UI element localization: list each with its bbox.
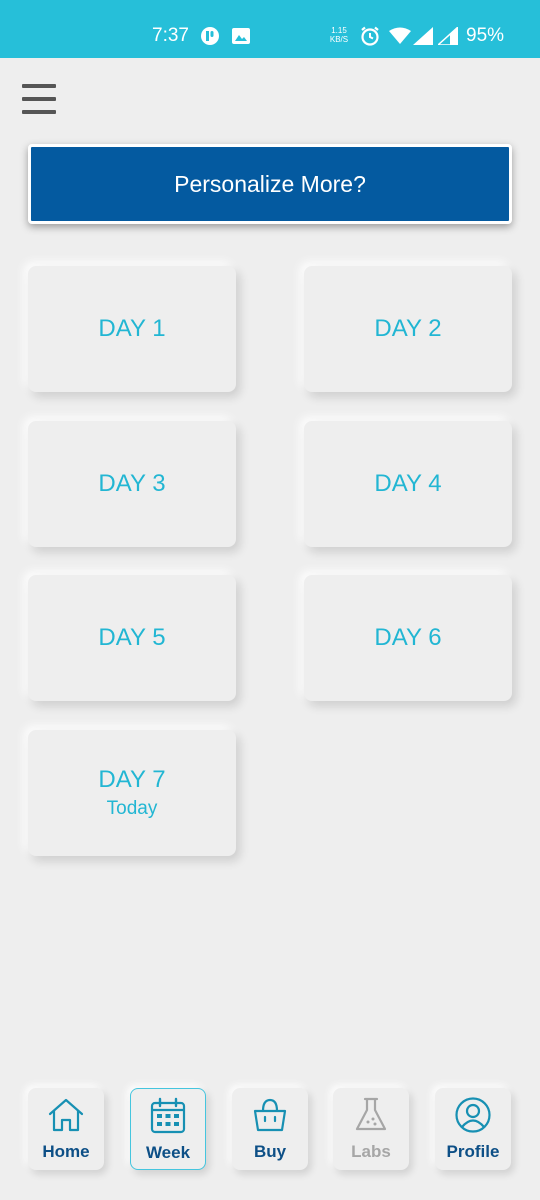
network-speed-value: 1.15 bbox=[331, 26, 347, 35]
shopping-basket-icon bbox=[251, 1096, 289, 1134]
status-bar: 7:37 1.15 KB/S 95% bbox=[0, 0, 540, 58]
signal-icon bbox=[413, 25, 433, 47]
home-icon bbox=[47, 1096, 85, 1134]
alarm-icon bbox=[360, 25, 380, 47]
personalize-more-button[interactable]: Personalize More? bbox=[28, 144, 512, 224]
nav-label: Week bbox=[145, 1143, 191, 1162]
network-speed: 1.15 KB/S bbox=[328, 26, 350, 44]
day-label: DAY 3 bbox=[98, 470, 166, 497]
today-label: Today bbox=[106, 798, 158, 819]
day-card-1[interactable]: DAY 1 bbox=[28, 266, 236, 392]
nav-label: Labs bbox=[351, 1142, 391, 1161]
profile-icon bbox=[454, 1096, 492, 1134]
day-card-6[interactable]: DAY 6 bbox=[304, 575, 512, 701]
wifi-icon bbox=[389, 25, 411, 47]
day-label: DAY 7 bbox=[98, 766, 166, 793]
nav-label: Profile bbox=[446, 1142, 500, 1161]
day-card-7[interactable]: DAY 7 Today bbox=[28, 730, 236, 856]
bottom-navigation: Home Week Buy Labs Profile bbox=[0, 1080, 540, 1180]
day-card-3[interactable]: DAY 3 bbox=[28, 421, 236, 547]
flask-icon bbox=[352, 1096, 390, 1134]
day-card-4[interactable]: DAY 4 bbox=[304, 421, 512, 547]
network-speed-unit: KB/S bbox=[329, 35, 349, 44]
nav-profile[interactable]: Profile bbox=[435, 1088, 511, 1170]
nav-week[interactable]: Week bbox=[130, 1088, 206, 1170]
calendar-icon bbox=[149, 1097, 187, 1135]
day-label: DAY 5 bbox=[98, 624, 166, 651]
day-label: DAY 6 bbox=[374, 624, 442, 651]
app-notification-icon bbox=[200, 25, 220, 47]
nav-buy[interactable]: Buy bbox=[232, 1088, 308, 1170]
day-label: DAY 2 bbox=[374, 315, 442, 342]
nav-label: Home bbox=[42, 1142, 90, 1161]
hamburger-menu-icon[interactable] bbox=[22, 84, 58, 114]
signal-icon-2 bbox=[438, 25, 458, 47]
day-label: DAY 1 bbox=[98, 315, 166, 342]
nav-home[interactable]: Home bbox=[28, 1088, 104, 1170]
status-time: 7:37 bbox=[152, 25, 189, 46]
gallery-icon bbox=[231, 25, 251, 47]
day-label: DAY 4 bbox=[374, 470, 442, 497]
day-card-5[interactable]: DAY 5 bbox=[28, 575, 236, 701]
battery-level: 95% bbox=[466, 25, 505, 46]
day-card-2[interactable]: DAY 2 bbox=[304, 266, 512, 392]
nav-label: Buy bbox=[253, 1142, 287, 1161]
nav-labs[interactable]: Labs bbox=[333, 1088, 409, 1170]
